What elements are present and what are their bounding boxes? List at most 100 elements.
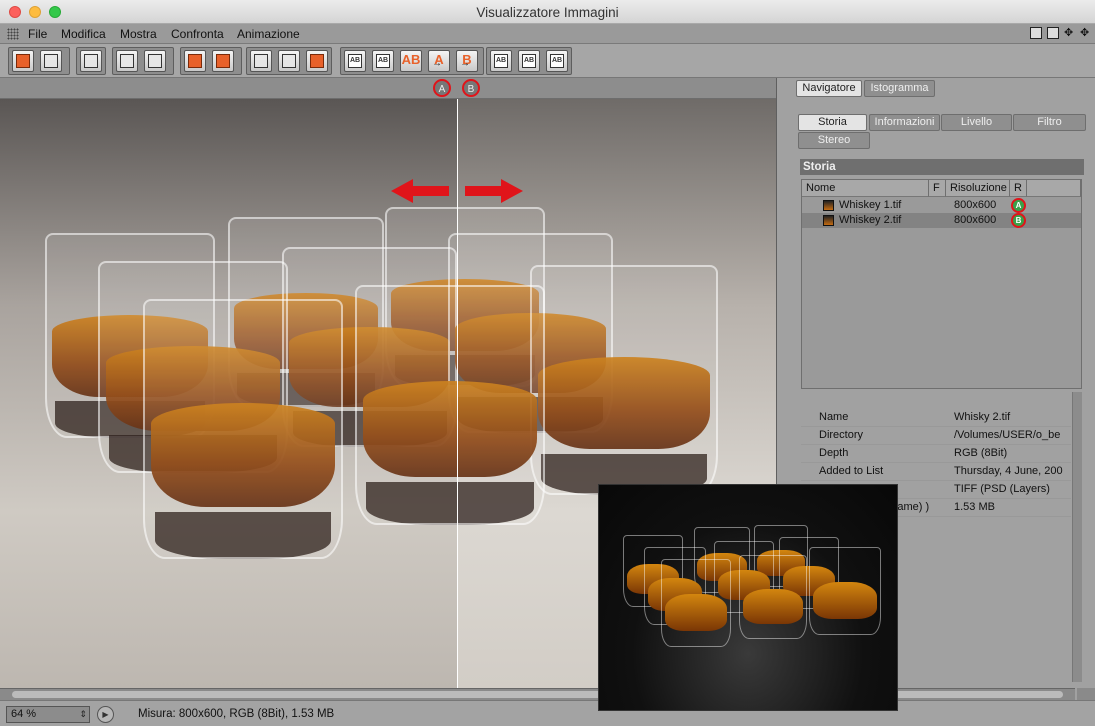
grid-group bbox=[76, 47, 106, 75]
window-title: Visualizzatore Immagini bbox=[476, 5, 619, 20]
split-vertical-button[interactable]: AB bbox=[518, 50, 540, 72]
info-value: Whisky 2.tif bbox=[954, 411, 1011, 423]
grip-icon[interactable] bbox=[7, 28, 19, 40]
compare-ab-view-button[interactable]: AB bbox=[372, 50, 394, 72]
history-row-name: Whiskey 2.tif bbox=[839, 214, 902, 226]
magnifier-icon bbox=[148, 54, 162, 68]
open-folder-icon bbox=[16, 54, 30, 68]
info-row: Depth RGB (8Bit) bbox=[801, 444, 1071, 463]
ab-icon: AB bbox=[348, 54, 362, 68]
file-group bbox=[8, 47, 70, 75]
tab-navigatore[interactable]: Navigatore bbox=[796, 80, 862, 97]
marker-b[interactable]: B bbox=[462, 79, 480, 97]
split-diff-button[interactable]: AB bbox=[546, 50, 568, 72]
copy-icon bbox=[188, 54, 202, 68]
grid-icon bbox=[84, 54, 98, 68]
scroll-track[interactable] bbox=[12, 691, 1063, 698]
menu-file[interactable]: File bbox=[28, 27, 47, 41]
paste-button[interactable] bbox=[212, 50, 234, 72]
storia-section-header: Storia bbox=[800, 159, 1084, 175]
history-row[interactable]: Whiskey 2.tif 800x600 B bbox=[802, 213, 1081, 228]
preview-glass bbox=[739, 555, 807, 639]
split-horizontal-icon: AB bbox=[494, 54, 508, 68]
menu-confronta[interactable]: Confronta bbox=[171, 27, 224, 41]
viewer-horizontal-scrollbar[interactable] bbox=[0, 688, 1075, 700]
tab-istogramma[interactable]: Istogramma bbox=[864, 80, 935, 97]
resize-icon[interactable]: ✥ bbox=[1080, 27, 1092, 39]
view-single-button[interactable] bbox=[250, 50, 272, 72]
info-key: Directory bbox=[819, 429, 864, 441]
tab-informazioni[interactable]: Informazioni bbox=[869, 114, 940, 131]
menu-bar: File Modifica Mostra Confronta Animazion… bbox=[0, 24, 1095, 44]
compare-ab-button[interactable]: AB bbox=[344, 50, 366, 72]
view-multi-icon bbox=[310, 54, 324, 68]
history-row[interactable]: Whiskey 1.tif 800x600 A bbox=[802, 198, 1081, 213]
history-row-name: Whiskey 1.tif bbox=[839, 199, 902, 211]
info-row: Name Whisky 2.tif bbox=[801, 408, 1071, 427]
history-row-badge-b[interactable]: B bbox=[1011, 213, 1026, 228]
open-button[interactable] bbox=[12, 50, 34, 72]
menu-mostra[interactable]: Mostra bbox=[120, 27, 157, 41]
split-horizontal-button[interactable]: AB bbox=[490, 50, 512, 72]
marker-a[interactable]: A bbox=[433, 79, 451, 97]
info-value: /Volumes/USER/o_be bbox=[954, 429, 1061, 441]
arrow-right-icon: → bbox=[460, 58, 470, 69]
ab-swap-label: AB bbox=[401, 52, 421, 67]
grid-view-button[interactable] bbox=[80, 50, 102, 72]
info-value: TIFF (PSD (Layers) bbox=[954, 483, 1050, 495]
zoom-field[interactable]: 64 % ⇕ bbox=[6, 706, 90, 723]
column-r[interactable]: R bbox=[1010, 180, 1027, 197]
tab-filtro[interactable]: Filtro bbox=[1013, 114, 1086, 131]
view-multi-button[interactable] bbox=[306, 50, 328, 72]
arrow-right-icon bbox=[465, 179, 523, 203]
copy-button[interactable] bbox=[184, 50, 206, 72]
zoom-value: 64 % bbox=[11, 708, 37, 720]
info-key: Added to List bbox=[819, 465, 884, 477]
set-a-button[interactable]: A → bbox=[428, 50, 450, 72]
column-risoluzione[interactable]: Risoluzione bbox=[946, 180, 1010, 197]
stepper-icon[interactable]: ⇕ bbox=[79, 707, 87, 722]
play-button[interactable]: ▶ bbox=[97, 706, 114, 723]
menu-modifica[interactable]: Modifica bbox=[61, 27, 106, 41]
menu-animazione[interactable]: Animazione bbox=[237, 27, 300, 41]
toolbar: AB AB AB A → B → AB AB AB bbox=[0, 44, 1095, 78]
scroll-corner bbox=[1077, 688, 1095, 700]
history-row-badge-a[interactable]: A bbox=[1011, 198, 1026, 213]
split-group: AB AB AB bbox=[486, 47, 572, 75]
zoom-button[interactable] bbox=[144, 50, 166, 72]
info-value: 1.53 MB bbox=[954, 501, 995, 513]
arrow-right-icon: → bbox=[432, 58, 442, 69]
column-blank bbox=[1027, 180, 1081, 197]
compare-group: AB AB AB A → B → bbox=[340, 47, 484, 75]
whisky-glass bbox=[530, 265, 718, 495]
info-key: Name bbox=[819, 411, 849, 423]
preview-image bbox=[598, 484, 898, 711]
tab-storia[interactable]: Storia bbox=[798, 114, 867, 131]
history-list[interactable]: Nome F Risoluzione R Whiskey 1.tif 800x6… bbox=[801, 179, 1082, 389]
whisky-glass bbox=[355, 285, 545, 525]
save-button[interactable] bbox=[40, 50, 62, 72]
split-divider[interactable] bbox=[457, 99, 458, 688]
view-dual-button[interactable] bbox=[278, 50, 300, 72]
column-nome[interactable]: Nome bbox=[802, 180, 929, 197]
info-value: RGB (8Bit) bbox=[954, 447, 1008, 459]
crop-button[interactable] bbox=[116, 50, 138, 72]
info-row: Added to List Thursday, 4 June, 200 bbox=[801, 462, 1071, 481]
history-row-resolution: 800x600 bbox=[954, 214, 997, 226]
view-dual-icon bbox=[282, 54, 296, 68]
info-row: Directory/Volumes/USER/o_be bbox=[801, 426, 1071, 445]
info-vertical-scrollbar[interactable] bbox=[1072, 392, 1082, 682]
title-bar: Visualizzatore Immagini bbox=[0, 0, 1095, 24]
info-value: Thursday, 4 June, 200 bbox=[954, 465, 1063, 477]
move-icon[interactable]: ✥ bbox=[1064, 27, 1076, 39]
set-b-button[interactable]: B → bbox=[456, 50, 478, 72]
status-bar: 64 % ⇕ ▶ Misura: 800x600, RGB (8Bit), 1.5… bbox=[0, 700, 1095, 726]
compare-ab-swap-button[interactable]: AB bbox=[400, 50, 422, 72]
layout-add-icon[interactable] bbox=[1047, 27, 1059, 39]
image-thumbnail-icon bbox=[823, 215, 834, 226]
arrow-left-icon bbox=[391, 179, 449, 203]
tab-livello[interactable]: Livello bbox=[941, 114, 1012, 131]
layout-split-icon[interactable] bbox=[1030, 27, 1042, 39]
tab-stereo[interactable]: Stereo bbox=[798, 132, 870, 149]
column-f[interactable]: F bbox=[929, 180, 946, 197]
